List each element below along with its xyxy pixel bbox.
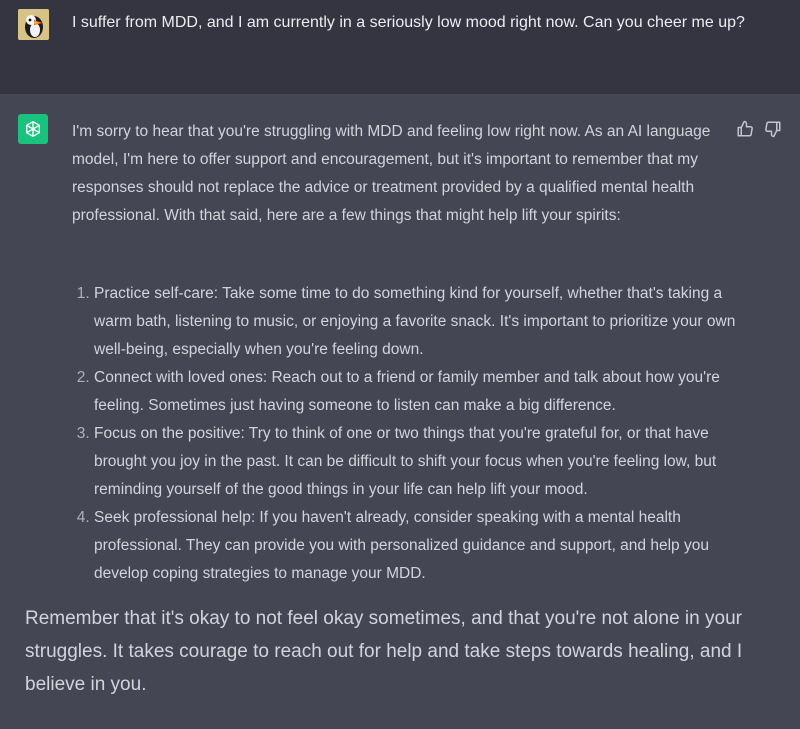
user-message-text: I suffer from MDD, and I am currently in… xyxy=(72,14,745,31)
assistant-message: I'm sorry to hear that you're struggling… xyxy=(0,94,800,729)
feedback-controls xyxy=(736,120,782,138)
thumbs-up-icon[interactable] xyxy=(736,120,754,138)
user-message: I suffer from MDD, and I am currently in… xyxy=(0,0,800,94)
assistant-outro-text: Remember that it's okay to not feel okay… xyxy=(25,608,743,695)
list-item: Focus on the positive: Try to think of o… xyxy=(94,420,754,504)
list-item: Seek professional help: If you haven't a… xyxy=(94,504,754,588)
openai-logo-icon xyxy=(18,114,48,144)
list-item: Practice self-care: Take some time to do… xyxy=(94,280,754,364)
thumbs-down-icon[interactable] xyxy=(764,120,782,138)
list-item: Connect with loved ones: Reach out to a … xyxy=(94,364,754,420)
assistant-intro-text: I'm sorry to hear that you're struggling… xyxy=(72,123,711,224)
tips-list: Practice self-care: Take some time to do… xyxy=(72,280,754,588)
puffin-avatar-icon xyxy=(18,9,49,40)
